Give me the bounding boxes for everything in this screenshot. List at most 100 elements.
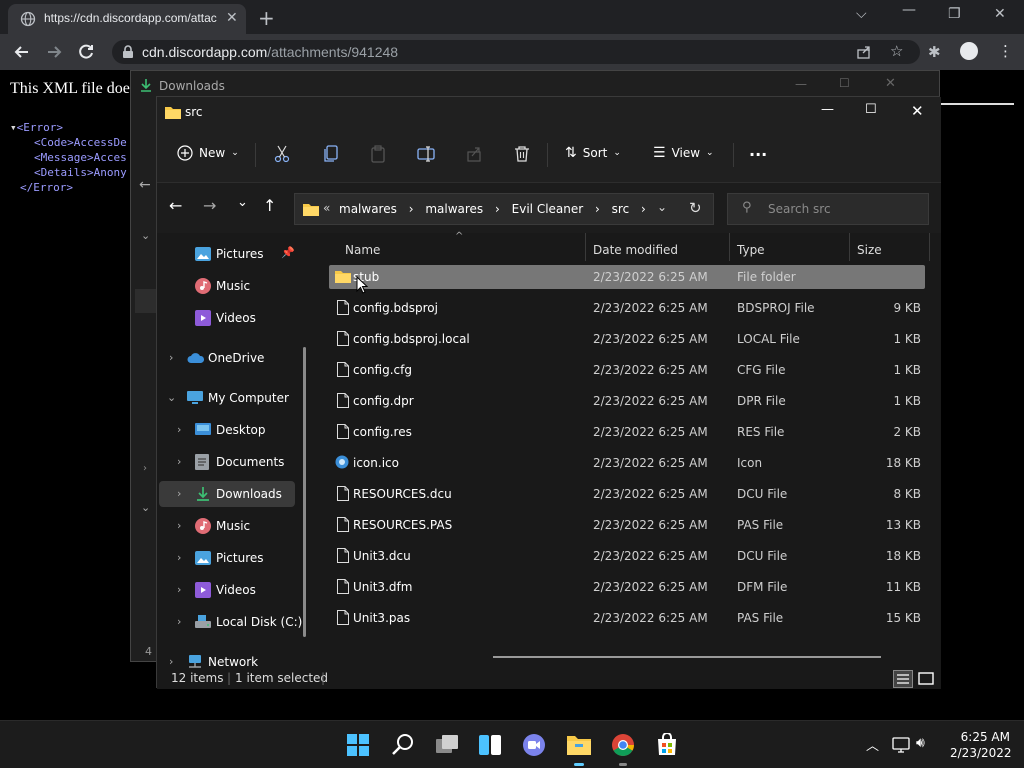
chevron-down-icon[interactable]: ⌄ bbox=[657, 200, 667, 214]
browser-tab[interactable]: https://cdn.discordapp.com/attac ✕ bbox=[8, 4, 246, 34]
new-button[interactable]: New ⌄ bbox=[177, 145, 239, 161]
nav-item-onedrive[interactable]: › OneDrive bbox=[157, 345, 307, 371]
breadcrumb-item[interactable]: src bbox=[612, 202, 630, 216]
teams-chat-icon[interactable] bbox=[522, 733, 546, 757]
chevron-right-icon[interactable]: › bbox=[177, 551, 181, 564]
chevron-right-icon[interactable]: › bbox=[177, 583, 181, 596]
close-icon[interactable]: ✕ bbox=[994, 6, 1006, 22]
column-header-name[interactable]: Name bbox=[345, 243, 380, 257]
overflow-chevron-icon[interactable]: « bbox=[323, 201, 330, 215]
extensions-icon[interactable]: ✱ bbox=[928, 43, 941, 61]
up-arrow-icon[interactable]: ↑ bbox=[263, 196, 276, 215]
volume-icon[interactable]: 🔊︎ bbox=[916, 735, 925, 751]
nav-item-music[interactable]: › Music bbox=[157, 513, 307, 539]
close-icon[interactable]: ✕ bbox=[885, 76, 896, 91]
delete-icon[interactable] bbox=[514, 145, 530, 163]
profile-avatar[interactable] bbox=[960, 42, 978, 60]
file-row[interactable]: Unit3.dfm 2/23/2022 6:25 AM DFM File 11 KB bbox=[329, 575, 925, 599]
chevron-right-icon[interactable]: › bbox=[595, 202, 600, 216]
copy-icon[interactable] bbox=[323, 145, 339, 163]
share-icon[interactable] bbox=[466, 145, 482, 163]
recent-locations-icon[interactable]: ⌄ bbox=[237, 195, 248, 210]
chevron-right-icon[interactable]: › bbox=[409, 202, 414, 216]
file-row[interactable]: config.bdsproj 2/23/2022 6:25 AM BDSPROJ F… bbox=[329, 296, 925, 320]
chevron-right-icon[interactable]: › bbox=[177, 423, 181, 436]
nav-item-network[interactable]: › Network bbox=[157, 649, 307, 669]
cut-icon[interactable] bbox=[274, 145, 290, 163]
column-header-size[interactable]: Size bbox=[857, 243, 882, 257]
nav-item-pictures[interactable]: › Pictures bbox=[157, 545, 307, 571]
tiles-view-icon[interactable] bbox=[917, 670, 935, 688]
minimize-icon[interactable]: — bbox=[902, 2, 916, 18]
search-icon[interactable] bbox=[391, 733, 415, 757]
nav-item-music[interactable]: Music bbox=[157, 273, 307, 299]
column-divider[interactable] bbox=[729, 233, 730, 261]
back-icon[interactable]: ← bbox=[169, 196, 182, 215]
address-bar[interactable]: « malwares › malwares › Evil Cleaner › s… bbox=[294, 193, 714, 225]
nav-item-documents[interactable]: › Documents bbox=[157, 449, 307, 475]
column-divider[interactable] bbox=[585, 233, 586, 261]
nav-scrollbar[interactable] bbox=[303, 347, 306, 637]
nav-item-downloads[interactable]: › Downloads bbox=[159, 481, 295, 507]
store-icon[interactable] bbox=[654, 733, 680, 757]
minimize-icon[interactable]: — bbox=[821, 102, 834, 117]
view-button[interactable]: ☰ View ⌄ bbox=[653, 145, 714, 161]
breadcrumb-item[interactable]: malwares bbox=[425, 202, 483, 216]
chevron-right-icon[interactable]: › bbox=[143, 463, 147, 474]
chevron-right-icon[interactable]: › bbox=[177, 519, 181, 532]
details-view-icon[interactable] bbox=[893, 670, 913, 688]
horizontal-scrollbar[interactable] bbox=[493, 656, 881, 658]
chevron-right-icon[interactable]: › bbox=[495, 202, 500, 216]
maximize-icon[interactable]: ☐ bbox=[865, 102, 877, 117]
file-row[interactable]: RESOURCES.PAS 2/23/2022 6:25 AM PAS File 13… bbox=[329, 513, 925, 537]
breadcrumb-item[interactable]: malwares bbox=[339, 202, 397, 216]
rename-icon[interactable] bbox=[417, 145, 435, 163]
more-options-button[interactable]: ... bbox=[749, 141, 767, 160]
browser-menu-icon[interactable]: ⋮ bbox=[998, 42, 1013, 60]
file-row[interactable]: Unit3.dcu 2/23/2022 6:25 AM DCU File 18 KB bbox=[329, 544, 925, 568]
file-explorer-window[interactable]: src — ☐ ✕ New ⌄ ⇅ Sort ⌄ ☰ View ⌄ ... ← … bbox=[156, 96, 941, 689]
sort-button[interactable]: ⇅ Sort ⌄ bbox=[565, 145, 621, 161]
file-row[interactable]: config.dpr 2/23/2022 6:25 AM DPR File 1 KB bbox=[329, 389, 925, 413]
collapse-triangle-icon[interactable]: ▾ bbox=[10, 121, 17, 134]
tab-close-icon[interactable]: ✕ bbox=[226, 10, 238, 26]
refresh-icon[interactable]: ↻ bbox=[689, 199, 702, 217]
task-view-icon[interactable] bbox=[434, 733, 460, 757]
address-bar[interactable]: cdn.discordapp.com/attachments/941248 ☆ bbox=[112, 40, 920, 64]
close-icon[interactable]: ✕ bbox=[911, 102, 924, 120]
chevron-right-icon[interactable]: › bbox=[177, 455, 181, 468]
paste-icon[interactable] bbox=[370, 145, 386, 163]
bookmark-star-icon[interactable]: ☆ bbox=[890, 42, 903, 60]
column-header-type[interactable]: Type bbox=[737, 243, 765, 257]
column-divider[interactable] bbox=[929, 233, 930, 261]
tab-search-icon[interactable]: ⌵ bbox=[856, 6, 867, 22]
file-row[interactable]: stub 2/23/2022 6:25 AM File folder bbox=[329, 265, 925, 289]
new-tab-button[interactable]: + bbox=[258, 6, 275, 30]
chevron-right-icon[interactable]: › bbox=[169, 351, 173, 364]
forward-icon[interactable]: → bbox=[203, 196, 216, 215]
clock[interactable]: 6:25 AM 2/23/2022 bbox=[950, 729, 1012, 761]
widgets-icon[interactable] bbox=[478, 733, 502, 757]
file-row[interactable]: icon.ico 2/23/2022 6:25 AM Icon 18 KB bbox=[329, 451, 925, 475]
maximize-icon[interactable]: ☐ bbox=[839, 76, 850, 90]
reload-icon[interactable] bbox=[76, 42, 96, 62]
pin-icon[interactable]: 📌 bbox=[281, 246, 295, 259]
chevron-right-icon[interactable]: › bbox=[641, 202, 646, 216]
nav-item-videos[interactable]: › Videos bbox=[157, 577, 307, 603]
column-header-date[interactable]: Date modified bbox=[593, 243, 678, 257]
chevron-up-icon[interactable]: ︿ bbox=[866, 735, 879, 754]
nav-item-local-disk[interactable]: › Local Disk (C:) bbox=[157, 609, 307, 635]
network-icon[interactable] bbox=[892, 737, 910, 753]
column-divider[interactable] bbox=[849, 233, 850, 261]
share-icon[interactable] bbox=[856, 44, 872, 60]
chevron-down-icon[interactable]: ⌄ bbox=[141, 229, 150, 242]
nav-item-my-computer[interactable]: ⌄ My Computer bbox=[157, 385, 307, 411]
file-row[interactable]: Unit3.pas 2/23/2022 6:25 AM PAS File 15 KB bbox=[329, 606, 925, 630]
file-explorer-icon[interactable] bbox=[566, 733, 592, 757]
file-row[interactable]: config.res 2/23/2022 6:25 AM RES File 2 KB bbox=[329, 420, 925, 444]
chevron-down-icon[interactable]: ⌄ bbox=[141, 501, 150, 514]
chevron-right-icon[interactable]: › bbox=[177, 615, 181, 628]
breadcrumb-item[interactable]: Evil Cleaner bbox=[512, 202, 584, 216]
file-row[interactable]: RESOURCES.dcu 2/23/2022 6:25 AM DCU File 8 … bbox=[329, 482, 925, 506]
nav-item-desktop[interactable]: › Desktop bbox=[157, 417, 307, 443]
